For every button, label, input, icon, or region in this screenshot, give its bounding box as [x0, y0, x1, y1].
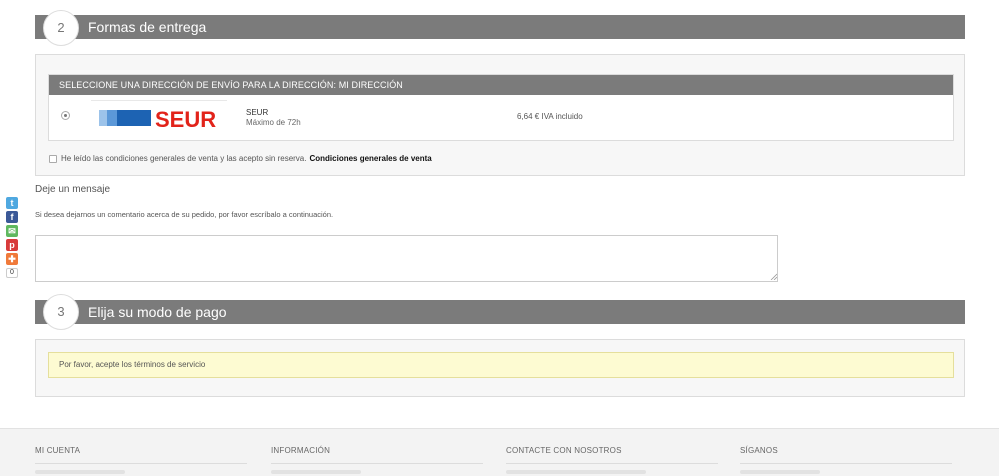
message-help-text: Si desea dejarnos un comentario acerca d…	[35, 210, 334, 219]
footer-heading-follow: SÍGANOS	[740, 446, 778, 455]
seur-logo: SEUR	[91, 100, 227, 132]
footer-heading-contact: CONTACTE CON NOSOTROS	[506, 446, 622, 455]
footer: MI CUENTA INFORMACIÓN CONTACTE CON NOSOT…	[0, 428, 999, 476]
carrier-table-header: SELECCIONE UNA DIRECCIÓN DE ENVÍO PARA L…	[49, 75, 953, 95]
terms-text: He leído las condiciones generales de ve…	[61, 154, 307, 163]
carrier-option-row[interactable]: SEUR SEUR Máximo de 72h 6,64 € IVA inclu…	[49, 95, 953, 140]
footer-link-placeholder[interactable]	[740, 470, 820, 474]
facebook-share-icon[interactable]: f	[6, 211, 18, 223]
footer-heading-info: INFORMACIÓN	[271, 446, 331, 455]
step-3-title: Elija su modo de pago	[88, 304, 227, 320]
step-2-title: Formas de entrega	[88, 19, 207, 35]
carrier-price: 6,64 € IVA incluido	[517, 112, 583, 121]
carrier-radio[interactable]	[61, 111, 70, 120]
carrier-delay: Máximo de 72h	[246, 118, 301, 127]
footer-col-info: INFORMACIÓN	[271, 446, 483, 474]
terms-row: He leído las condiciones generales de ve…	[49, 154, 432, 163]
twitter-share-icon[interactable]: t	[6, 197, 18, 209]
step-3-number: 3	[43, 294, 79, 330]
social-share-bar: t f ✉ p ✚ 0	[6, 197, 18, 278]
share-more-icon[interactable]: ✚	[6, 253, 18, 265]
footer-col-account: MI CUENTA	[35, 446, 247, 474]
footer-divider	[740, 463, 952, 464]
terms-checkbox[interactable]	[49, 154, 57, 163]
footer-link-placeholder[interactable]	[506, 470, 646, 474]
share-count: 0	[6, 268, 18, 278]
carrier-name: SEUR	[246, 108, 269, 117]
footer-heading-account: MI CUENTA	[35, 446, 81, 455]
checkout-page: t f ✉ p ✚ 0 2 Formas de entrega SELECCIO…	[0, 0, 999, 476]
footer-col-contact: CONTACTE CON NOSOTROS	[506, 446, 718, 474]
seur-logo-text: SEUR	[155, 107, 216, 132]
terms-warning: Por favor, acepte los términos de servic…	[48, 352, 954, 378]
footer-link-placeholder[interactable]	[271, 470, 361, 474]
pinterest-share-icon[interactable]: p	[6, 239, 18, 251]
email-share-icon[interactable]: ✉	[6, 225, 18, 237]
footer-col-follow: SÍGANOS	[740, 446, 952, 474]
footer-divider	[35, 463, 247, 464]
message-textarea[interactable]	[35, 235, 778, 282]
step-2-number: 2	[43, 10, 79, 46]
terms-link[interactable]: Condiciones generales de venta	[309, 154, 431, 163]
payment-box: Por favor, acepte los términos de servic…	[35, 339, 965, 397]
footer-divider	[506, 463, 718, 464]
carrier-table: SELECCIONE UNA DIRECCIÓN DE ENVÍO PARA L…	[48, 74, 954, 141]
footer-link-placeholder[interactable]	[35, 470, 125, 474]
footer-divider	[271, 463, 483, 464]
resize-grip-icon[interactable]	[770, 273, 777, 280]
message-title: Deje un mensaje	[35, 184, 111, 195]
delivery-options-box: SELECCIONE UNA DIRECCIÓN DE ENVÍO PARA L…	[35, 54, 965, 176]
